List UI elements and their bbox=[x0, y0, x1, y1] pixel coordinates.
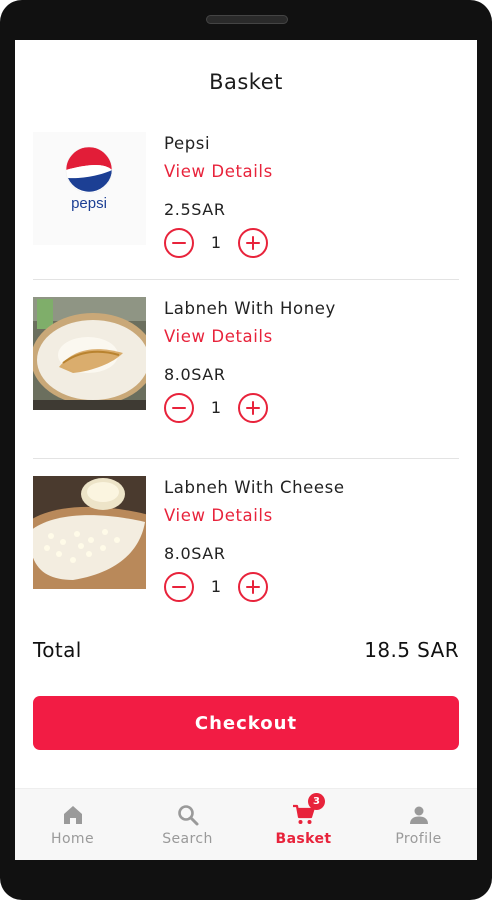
minus-icon bbox=[172, 407, 186, 410]
device-frame: Basket pepsi Pepsi View Details 2.5SAR 1… bbox=[0, 0, 492, 900]
nav-label: Home bbox=[51, 831, 94, 847]
minus-icon bbox=[172, 586, 186, 589]
total-value: 18.5 SAR bbox=[364, 638, 459, 662]
bottom-navigation: Home Search 3 Basket Profile bbox=[15, 788, 477, 860]
quantity-stepper: 1 bbox=[164, 228, 274, 258]
increase-quantity-button[interactable] bbox=[238, 228, 268, 258]
quantity-stepper: 1 bbox=[164, 572, 274, 602]
user-icon bbox=[407, 803, 431, 827]
basket-item-pepsi: pepsi Pepsi View Details 2.5SAR 1 bbox=[33, 132, 459, 282]
decrease-quantity-button[interactable] bbox=[164, 228, 194, 258]
pepsi-logo-text: pepsi bbox=[71, 195, 107, 212]
quantity-value: 1 bbox=[210, 577, 222, 596]
decrease-quantity-button[interactable] bbox=[164, 393, 194, 423]
quantity-stepper: 1 bbox=[164, 393, 274, 423]
page-title: Basket bbox=[209, 70, 283, 94]
app-screen: Basket pepsi Pepsi View Details 2.5SAR 1… bbox=[15, 40, 477, 860]
minus-icon bbox=[172, 242, 186, 245]
search-icon bbox=[176, 803, 200, 827]
item-name: Labneh With Cheese bbox=[164, 478, 345, 497]
increase-quantity-button[interactable] bbox=[238, 393, 268, 423]
nav-label: Search bbox=[162, 831, 213, 847]
device-speaker bbox=[206, 15, 288, 24]
nav-item-basket[interactable]: 3 Basket bbox=[246, 789, 361, 860]
nav-item-home[interactable]: Home bbox=[15, 789, 130, 860]
item-divider bbox=[33, 279, 459, 280]
view-details-link[interactable]: View Details bbox=[164, 327, 273, 346]
quantity-value: 1 bbox=[210, 233, 222, 252]
item-name: Pepsi bbox=[164, 134, 211, 153]
view-details-link[interactable]: View Details bbox=[164, 162, 273, 181]
item-price: 2.5SAR bbox=[164, 200, 226, 219]
increase-quantity-button[interactable] bbox=[238, 572, 268, 602]
total-label: Total bbox=[33, 638, 82, 662]
nav-item-profile[interactable]: Profile bbox=[361, 789, 476, 860]
view-details-link[interactable]: View Details bbox=[164, 506, 273, 525]
decrease-quantity-button[interactable] bbox=[164, 572, 194, 602]
quantity-value: 1 bbox=[210, 398, 222, 417]
item-price: 8.0SAR bbox=[164, 544, 226, 563]
product-image-labneh-cheese bbox=[33, 476, 146, 589]
basket-item-labneh-cheese: Labneh With Cheese View Details 8.0SAR 1 bbox=[33, 476, 459, 626]
nav-item-search[interactable]: Search bbox=[130, 789, 245, 860]
item-divider bbox=[33, 458, 459, 459]
cart-count-badge: 3 bbox=[308, 793, 325, 810]
product-image-labneh-honey bbox=[33, 297, 146, 410]
nav-label: Profile bbox=[395, 831, 442, 847]
checkout-button[interactable]: Checkout bbox=[33, 696, 459, 750]
product-image-pepsi: pepsi bbox=[33, 132, 146, 245]
item-name: Labneh With Honey bbox=[164, 299, 336, 318]
basket-item-labneh-honey: Labneh With Honey View Details 8.0SAR 1 bbox=[33, 297, 459, 447]
item-price: 8.0SAR bbox=[164, 365, 226, 384]
home-icon bbox=[61, 803, 85, 827]
nav-label: Basket bbox=[275, 831, 332, 847]
